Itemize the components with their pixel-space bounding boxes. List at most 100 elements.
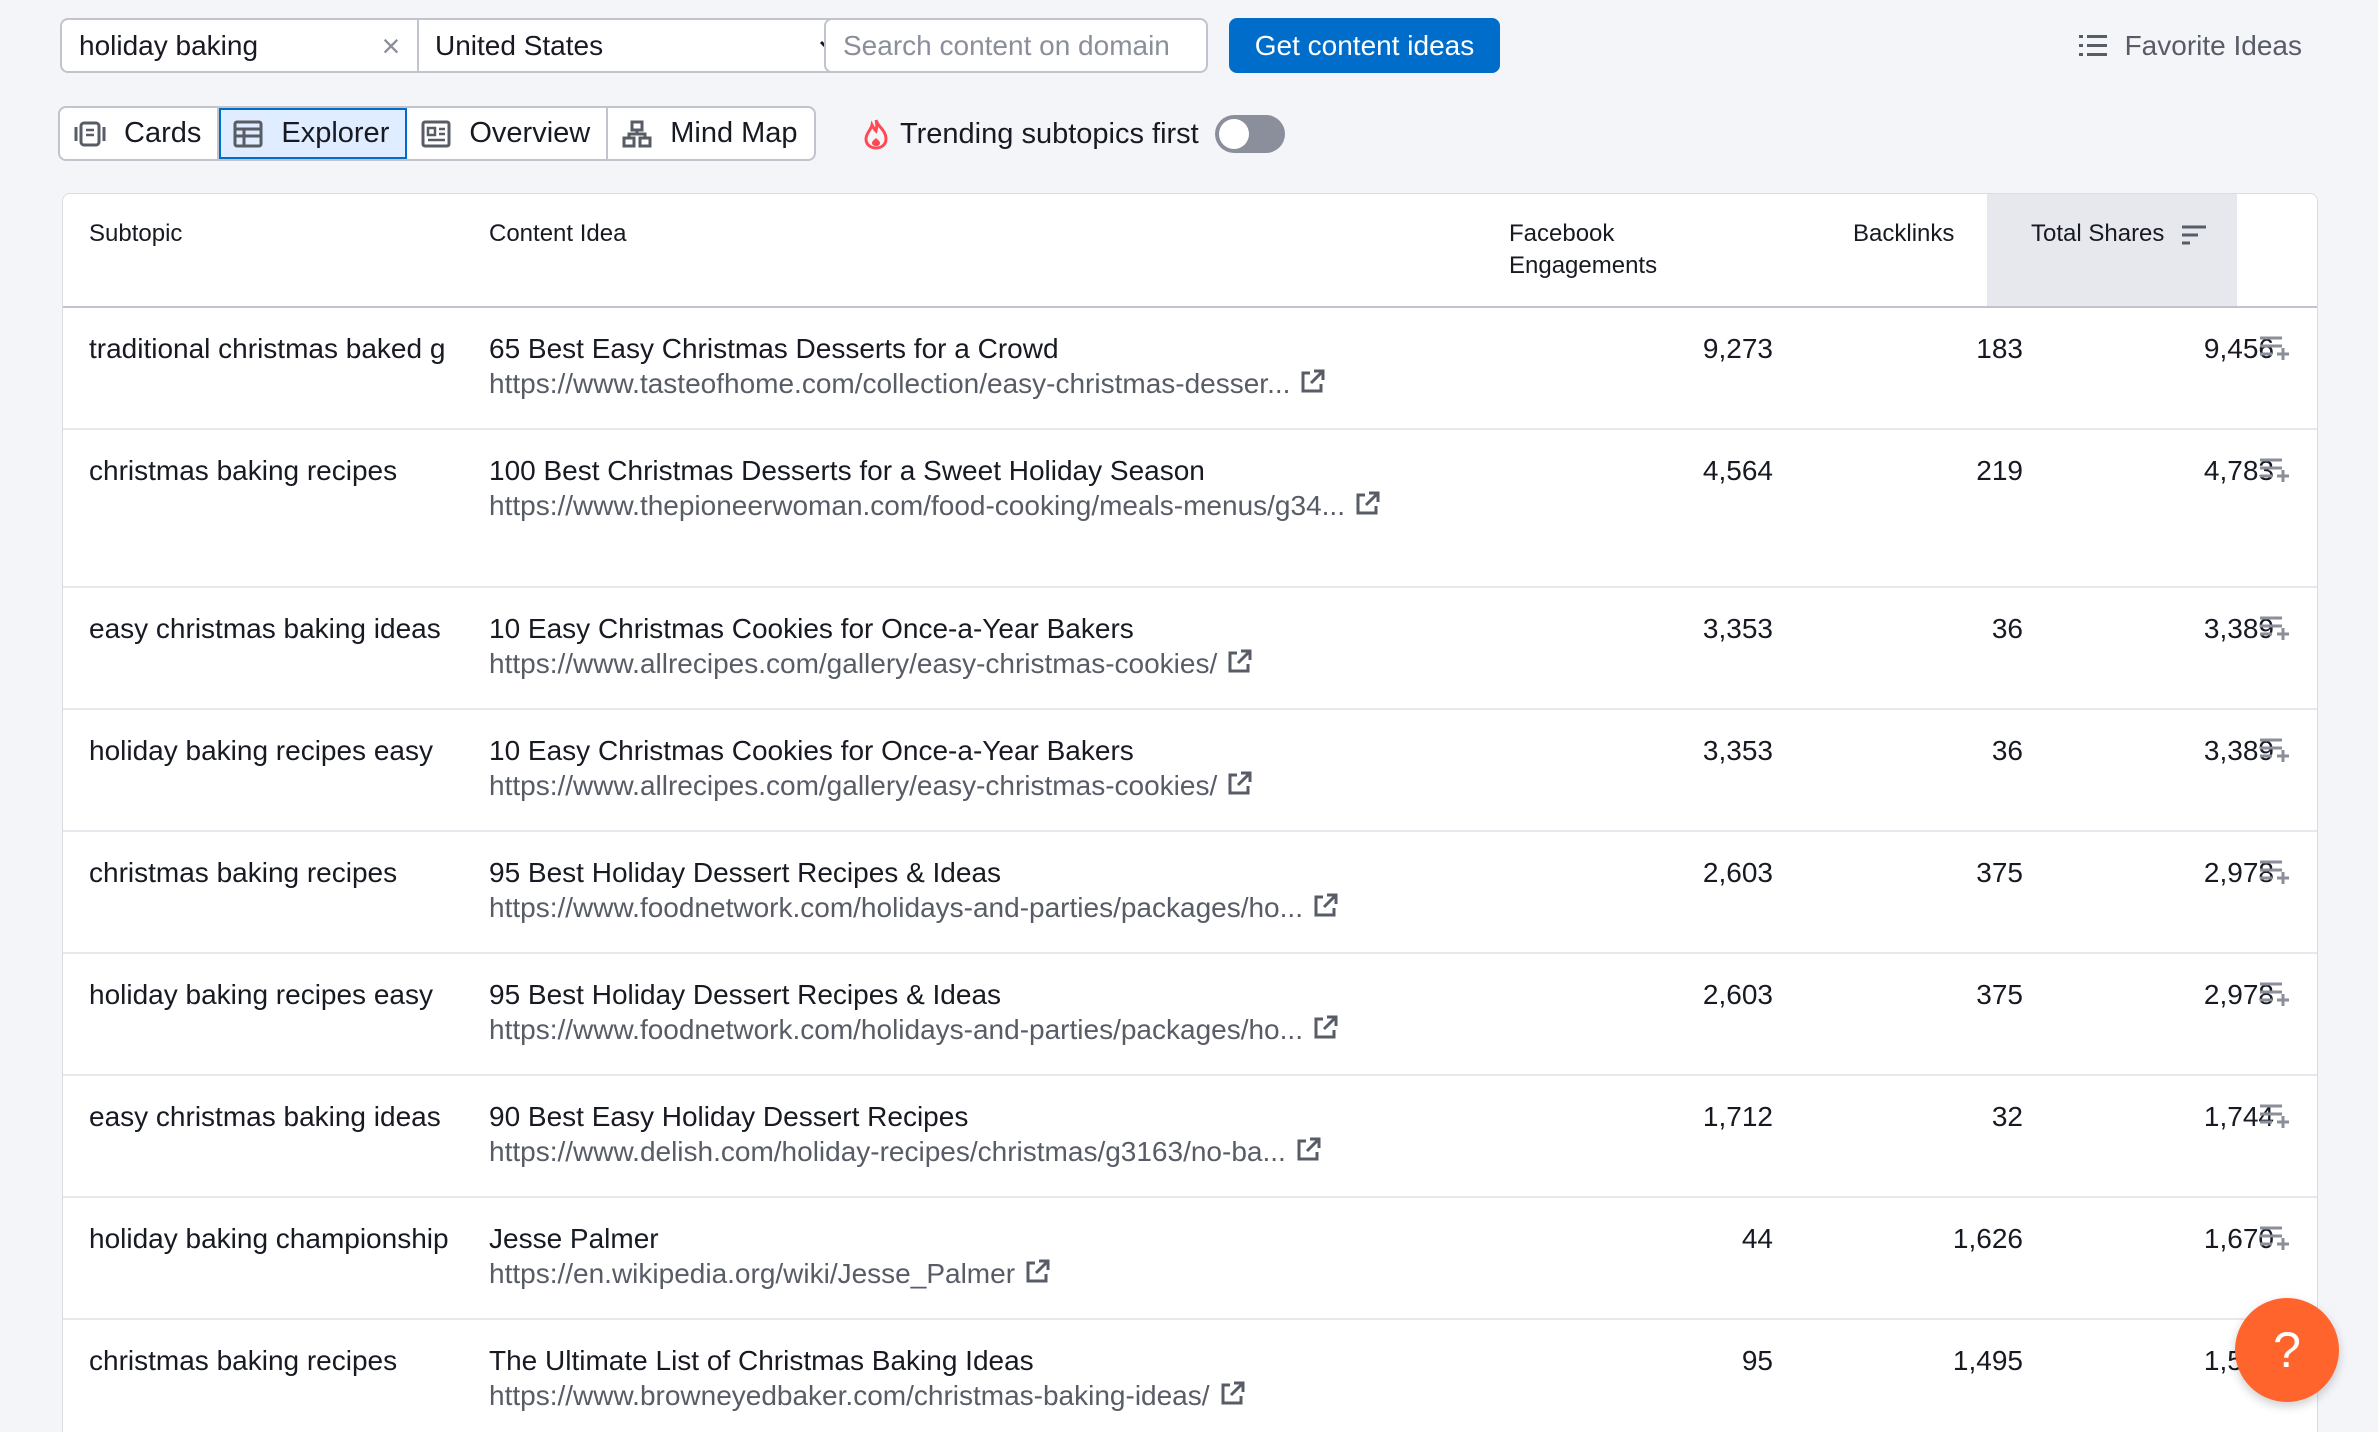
- idea-title[interactable]: The Ultimate List of Christmas Baking Id…: [489, 1344, 1509, 1378]
- subtopic-cell[interactable]: christmas baking recipes: [89, 1344, 529, 1378]
- subtopic-cell[interactable]: christmas baking recipes: [89, 856, 529, 890]
- facebook-engagements-cell: 3,353: [1702, 613, 1773, 644]
- help-button[interactable]: ?: [2235, 1298, 2339, 1402]
- content-idea-cell: The Ultimate List of Christmas Baking Id…: [489, 1344, 1509, 1416]
- tab-mind-map[interactable]: Mind Map: [608, 108, 813, 159]
- idea-title[interactable]: 95 Best Holiday Dessert Recipes & Ideas: [489, 856, 1509, 890]
- external-link-icon[interactable]: [1023, 1258, 1051, 1294]
- content-idea-cell: 100 Best Christmas Desserts for a Sweet …: [489, 454, 1509, 526]
- get-content-ideas-button[interactable]: Get content ideas: [1229, 18, 1500, 73]
- keyword-value: holiday baking: [79, 29, 259, 61]
- subtopic-cell[interactable]: holiday baking recipes easy: [89, 978, 529, 1012]
- idea-title[interactable]: 100 Best Christmas Desserts for a Sweet …: [489, 454, 1509, 488]
- tab-overview[interactable]: Overview: [407, 108, 609, 159]
- idea-title[interactable]: 95 Best Holiday Dessert Recipes & Ideas: [489, 978, 1509, 1012]
- total-shares-cell: 1,670: [2203, 1223, 2274, 1254]
- domain-search-input[interactable]: [824, 18, 1208, 73]
- idea-title[interactable]: 65 Best Easy Christmas Desserts for a Cr…: [489, 332, 1509, 366]
- table-icon: [233, 120, 263, 147]
- backlinks-cell: 1,495: [1952, 1345, 2023, 1376]
- idea-url[interactable]: https://www.delish.com/holiday-recipes/c…: [489, 1136, 1286, 1167]
- column-facebook-line2: Engagements: [1509, 252, 1658, 279]
- content-ideas-table: Subtopic Content Idea Facebook Engagemen…: [62, 193, 2318, 1432]
- total-shares-cell: 9,456: [2203, 333, 2274, 364]
- facebook-engagements-cell: 2,603: [1702, 979, 1773, 1010]
- external-link-icon[interactable]: [1298, 368, 1326, 404]
- idea-title[interactable]: 10 Easy Christmas Cookies for Once-a-Yea…: [489, 734, 1509, 768]
- sort-descending-icon: [2182, 225, 2207, 245]
- facebook-engagements-cell: 2,603: [1702, 857, 1773, 888]
- backlinks-cell: 36: [1991, 735, 2023, 766]
- idea-url[interactable]: https://www.foodnetwork.com/holidays-and…: [489, 892, 1303, 923]
- idea-url[interactable]: https://www.browneyedbaker.com/christmas…: [489, 1380, 1210, 1411]
- facebook-engagements-cell: 4,564: [1702, 455, 1773, 486]
- column-facebook-engagements[interactable]: Facebook Engagements: [1509, 218, 1657, 282]
- idea-url[interactable]: https://www.foodnetwork.com/holidays-and…: [489, 1014, 1303, 1045]
- facebook-engagements-cell: 44: [1741, 1223, 1773, 1254]
- backlinks-cell: 183: [1976, 333, 2023, 364]
- add-to-favorites-icon[interactable]: [2258, 980, 2292, 1013]
- backlinks-cell: 32: [1991, 1101, 2023, 1132]
- view-switcher: Cards Explorer Overview Mind Map: [58, 106, 816, 161]
- keyword-input[interactable]: holiday baking ×: [60, 18, 417, 73]
- tab-explorer[interactable]: Explorer: [219, 108, 408, 159]
- add-to-favorites-icon[interactable]: [2258, 736, 2292, 769]
- content-idea-cell: 90 Best Easy Holiday Dessert Recipes http…: [489, 1100, 1509, 1172]
- subtopic-cell[interactable]: easy christmas baking ideas: [89, 1100, 529, 1134]
- idea-url[interactable]: https://en.wikipedia.org/wiki/Jesse_Palm…: [489, 1258, 1015, 1289]
- subtopic-cell[interactable]: holiday baking recipes easy: [89, 734, 529, 768]
- content-idea-cell: 95 Best Holiday Dessert Recipes & Ideas h…: [489, 856, 1509, 928]
- table-row: christmas baking recipes 95 Best Holiday …: [63, 832, 2317, 954]
- backlinks-cell: 375: [1976, 857, 2023, 888]
- clear-icon[interactable]: ×: [379, 30, 403, 62]
- content-idea-cell: 65 Best Easy Christmas Desserts for a Cr…: [489, 332, 1509, 404]
- add-to-favorites-icon[interactable]: [2258, 456, 2292, 489]
- database-select[interactable]: United States: [417, 18, 860, 73]
- add-to-favorites-icon[interactable]: [2258, 858, 2292, 891]
- column-total-shares[interactable]: Total Shares: [2031, 218, 2207, 250]
- external-link-icon[interactable]: [1225, 770, 1253, 806]
- external-link-icon[interactable]: [1294, 1136, 1322, 1172]
- column-content-idea[interactable]: Content Idea: [489, 218, 626, 250]
- idea-url[interactable]: https://www.allrecipes.com/gallery/easy-…: [489, 648, 1217, 679]
- add-to-favorites-icon[interactable]: [2258, 334, 2292, 367]
- add-to-favorites-icon[interactable]: [2258, 1224, 2292, 1257]
- content-idea-cell: Jesse Palmer https://en.wikipedia.org/wik…: [489, 1222, 1509, 1294]
- idea-url[interactable]: https://www.tasteofhome.com/collection/e…: [489, 368, 1290, 399]
- toggle-knob: [1218, 119, 1249, 149]
- tab-overview-label: Overview: [469, 117, 591, 149]
- external-link-icon[interactable]: [1218, 1380, 1246, 1416]
- facebook-engagements-cell: 95: [1741, 1345, 1773, 1376]
- favorite-ideas-link[interactable]: Favorite Ideas: [2078, 28, 2302, 64]
- table-row: easy christmas baking ideas 10 Easy Chris…: [63, 588, 2317, 710]
- external-link-icon[interactable]: [1353, 490, 1381, 526]
- column-subtopic[interactable]: Subtopic: [89, 218, 182, 250]
- subtopic-cell[interactable]: traditional christmas baked g: [89, 332, 529, 366]
- cards-icon: [74, 121, 106, 146]
- external-link-icon[interactable]: [1311, 892, 1339, 928]
- external-link-icon[interactable]: [1225, 648, 1253, 684]
- external-link-icon[interactable]: [1311, 1014, 1339, 1050]
- table-row: holiday baking recipes easy 10 Easy Chris…: [63, 710, 2317, 832]
- search-bar: holiday baking × United States Get conte…: [60, 18, 2318, 74]
- add-to-favorites-icon[interactable]: [2258, 1102, 2292, 1135]
- subtopic-cell[interactable]: easy christmas baking ideas: [89, 612, 529, 646]
- sorted-column-highlight: [1987, 194, 2237, 306]
- subtopic-cell[interactable]: holiday baking championship: [89, 1222, 529, 1256]
- add-to-favorites-icon[interactable]: [2258, 614, 2292, 647]
- idea-url[interactable]: https://www.thepioneerwoman.com/food-coo…: [489, 490, 1345, 521]
- facebook-engagements-cell: 3,353: [1702, 735, 1773, 766]
- column-backlinks[interactable]: Backlinks: [1853, 218, 1954, 250]
- idea-title[interactable]: 10 Easy Christmas Cookies for Once-a-Yea…: [489, 612, 1509, 646]
- trending-toggle[interactable]: [1214, 115, 1285, 153]
- subtopic-cell[interactable]: christmas baking recipes: [89, 454, 529, 488]
- idea-title[interactable]: Jesse Palmer: [489, 1222, 1509, 1256]
- tab-cards[interactable]: Cards: [60, 108, 220, 159]
- table-row: christmas baking recipes The Ultimate Lis…: [63, 1320, 2317, 1432]
- favorite-ideas-label: Favorite Ideas: [2124, 30, 2302, 61]
- list-icon: [2078, 35, 2107, 56]
- idea-url[interactable]: https://www.allrecipes.com/gallery/easy-…: [489, 770, 1217, 801]
- idea-title[interactable]: 90 Best Easy Holiday Dessert Recipes: [489, 1100, 1509, 1134]
- trending-subtopics: Trending subtopics first: [864, 112, 1285, 156]
- tab-mind-map-label: Mind Map: [670, 117, 798, 149]
